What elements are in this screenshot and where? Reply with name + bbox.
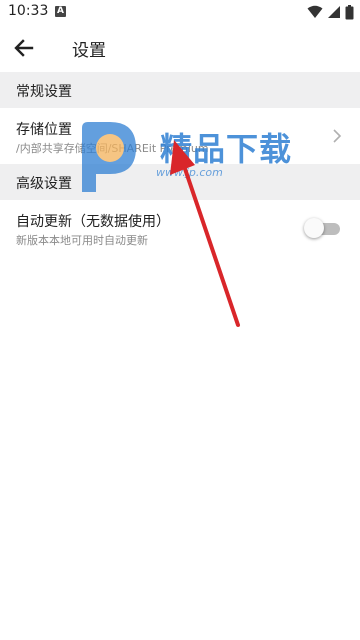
cellular-signal-icon (328, 6, 340, 18)
app-bar: 设置 (0, 24, 360, 72)
wifi-icon (307, 5, 323, 18)
back-button[interactable] (10, 34, 38, 62)
notification-badge: A (55, 6, 66, 17)
status-bar: 10:33 A (0, 0, 360, 24)
status-icons (307, 4, 354, 20)
chevron-right-icon (333, 129, 342, 143)
section-header-label: 常规设置 (16, 84, 72, 100)
page-title: 设置 (72, 41, 106, 61)
toggle-knob (304, 218, 324, 238)
section-header-label: 高级设置 (16, 176, 72, 192)
storage-location-path: /内部共享存储空间/SHAREit Premium (16, 142, 209, 155)
section-header-general: 常规设置 (0, 72, 360, 108)
battery-icon (345, 4, 354, 19)
auto-update-setting[interactable]: 自动更新（无数据使用） 新版本本地可用时自动更新 (0, 200, 360, 256)
storage-location-title: 存储位置 (16, 122, 72, 138)
auto-update-title: 自动更新（无数据使用） (16, 214, 170, 230)
storage-location-setting[interactable]: 存储位置 /内部共享存储空间/SHAREit Premium (0, 108, 360, 164)
section-header-advanced: 高级设置 (0, 164, 360, 200)
arrow-back-icon (14, 39, 34, 57)
auto-update-toggle[interactable] (304, 217, 340, 239)
status-time: 10:33 (8, 3, 49, 19)
auto-update-summary: 新版本本地可用时自动更新 (16, 234, 148, 247)
